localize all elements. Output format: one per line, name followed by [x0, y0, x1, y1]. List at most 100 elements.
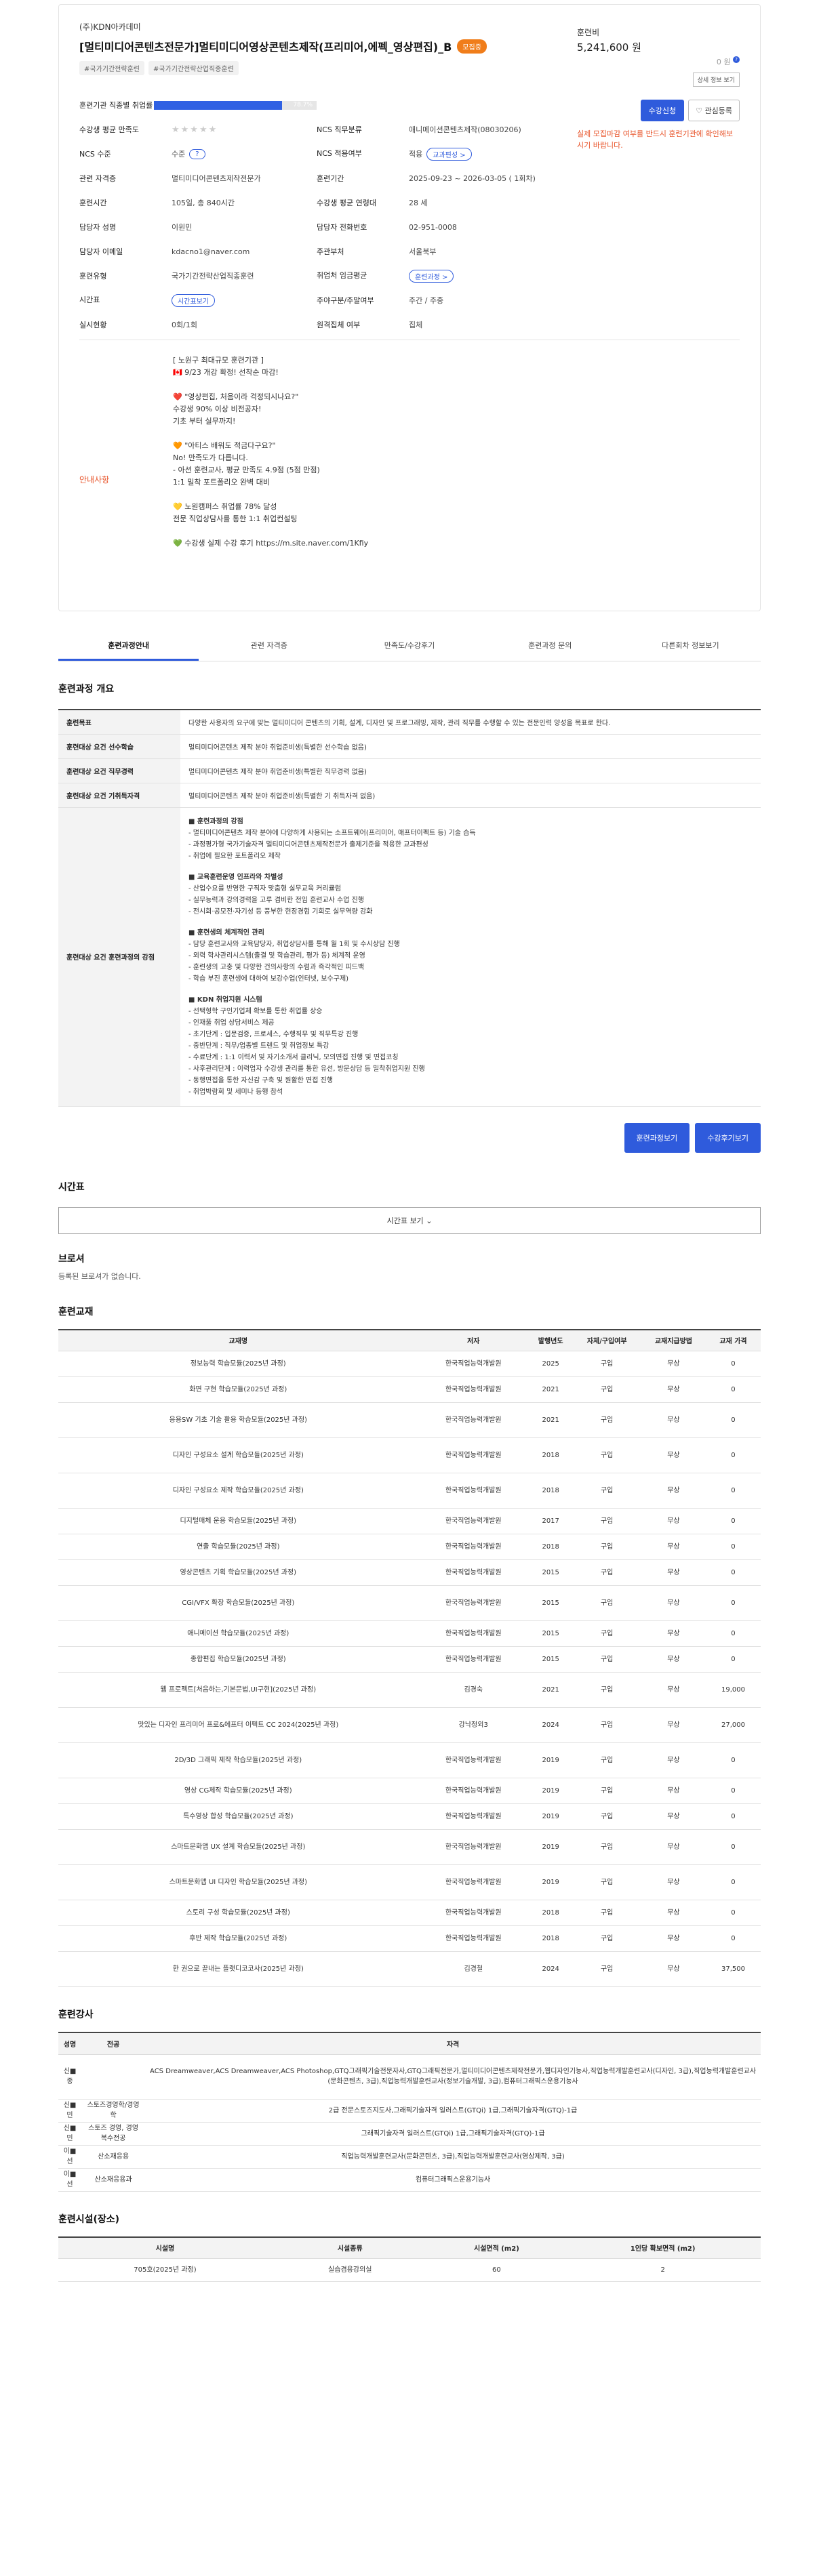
info-value: 02-951-0008: [409, 222, 457, 232]
info-value: 주간 / 주중: [409, 295, 443, 306]
textbook-row: 스마트문화앱 UI 디자인 학습모듈(2025년 과정) 한국직업능력개발원 201…: [58, 1864, 761, 1900]
textbook-cell: 2015: [528, 1646, 573, 1673]
textbook-cell: 무상: [641, 1473, 706, 1509]
tab-certificates[interactable]: 관련 자격증: [199, 632, 339, 661]
textbook-row: 2D/3D 그래픽 제작 학습모듈(2025년 과정) 한국직업능력개발원 2019…: [58, 1742, 761, 1778]
textbook-cell: 구입: [572, 1534, 641, 1560]
textbook-header: 교재명: [58, 1328, 418, 1351]
apply-button[interactable]: 수강신청: [640, 100, 685, 121]
textbook-cell: 정보능력 학습모듈(2025년 과정): [58, 1351, 418, 1377]
textbook-cell: 무상: [641, 1742, 706, 1778]
info-cell: 훈련기관 직종별 취업률 78.7%: [79, 100, 317, 110]
tab-course-info[interactable]: 훈련과정안내: [58, 632, 199, 661]
info-value-text: 105일, 총 840시간: [172, 199, 235, 207]
schedule-button[interactable]: 시간표 보기 ⌄: [58, 1206, 761, 1234]
textbook-cell: 한국직업능력개발원: [418, 1620, 529, 1647]
textbook-row: 정보능력 학습모듈(2025년 과정) 한국직업능력개발원 2025 구입 무상 0: [58, 1351, 761, 1377]
notice-line: 기초 부터 실무까지!: [173, 417, 236, 426]
textbook-cell: 한국직업능력개발원: [418, 1473, 529, 1509]
overview-value: 멀티미디어콘텐츠 제작 분야 취업준비생(특별한 기 취득자격 없음): [180, 782, 761, 808]
info-row: 담당자 성명 이원민 담당자 전화번호 02-951-0008: [79, 215, 554, 239]
instructor-cell: 산소재응용과: [81, 2168, 146, 2192]
facilities-table: 시설명 시설종류 시설면적 (m2) 1인당 확보면적 (m2) 705호(2025년 …: [58, 2236, 761, 2282]
overview-key: 훈련대상 요건 선수학습: [58, 733, 180, 759]
info-key: NCS 수준: [79, 150, 111, 159]
instructor-row: 신■민 스토즈경영학/경영학 2급 전문스토즈지도사,그래픽기술자격 일러스트(GT…: [58, 2099, 761, 2123]
textbook-cell: 2015: [528, 1620, 573, 1647]
info-grid: 훈련기관 직종별 취업률 78.7% 수강생 평균 만족도 ★★★★★ NCS 직무분류…: [79, 93, 554, 337]
instructors-table: 성명 전공 자격 신■종 ACS Dreamweaver,ACS Dreamweaver…: [58, 2032, 761, 2192]
review-button[interactable]: 수강후기보기: [695, 1122, 761, 1153]
strength-heading: ■ KDN 취업지원 시스템: [188, 996, 262, 1004]
tab-reviews[interactable]: 만족도/수강후기: [339, 632, 479, 661]
overview-row: 훈련대상 요건 기취득자격 멀티미디어콘텐츠 제작 분야 취업준비생(특별한 기 …: [58, 782, 761, 808]
info-pill-button[interactable]: 교과편성 >: [426, 147, 472, 161]
textbook-cell: 2018: [528, 1473, 573, 1509]
textbook-cell: 2021: [528, 1376, 573, 1403]
notice-label: 안내사항: [79, 475, 110, 485]
instructor-row: 이■선 산소재응용 직업능력개발훈련교사(문화콘텐츠, 3급),직업능력개발훈련교사…: [58, 2145, 761, 2169]
textbook-cell: 27,000: [705, 1707, 761, 1743]
textbook-cell: 무상: [641, 1672, 706, 1708]
textbook-cell: 구입: [572, 1620, 641, 1647]
textbook-cell: 한국직업능력개발원: [418, 1742, 529, 1778]
tab-other-rounds[interactable]: 다른회차 정보보기: [620, 632, 761, 661]
textbook-cell: 무상: [641, 1376, 706, 1403]
overview-row: 훈련대상 요건 직무경력 멀티미디어콘텐츠 제작 분야 취업준비생(특별한 직무경…: [58, 758, 761, 783]
textbook-cell: 한국직업능력개발원: [418, 1925, 529, 1952]
info-value: ★★★★★: [172, 124, 218, 135]
strength-item: - 인재풀 취업 상담서비스 제공: [188, 1019, 275, 1027]
strength-item: - 학습 부진 훈련생에 대하여 보강수업(인터넷, 보수구제): [188, 975, 349, 983]
textbook-cell: 무상: [641, 1951, 706, 1987]
curriculum-button[interactable]: 훈련과정보기: [624, 1122, 690, 1153]
info-cell: 취업처 임금평균 훈련과정 >: [317, 269, 554, 283]
textbook-cell: 2019: [528, 1864, 573, 1900]
textbook-cell: 영상 CG제작 학습모듈(2025년 과정): [58, 1778, 418, 1804]
strength-item: - 과정평가형 국가기술자격 멀티미디어콘텐츠제작전문가 출제기준을 적용한 교…: [188, 840, 428, 849]
textbook-cell: 스마트문화앱 UI 디자인 학습모듈(2025년 과정): [58, 1864, 418, 1900]
chevron-down-icon: ⌄: [426, 1216, 433, 1225]
info-key: 주관부처: [317, 247, 344, 256]
textbook-cell: 구입: [572, 1559, 641, 1586]
info-key: 관련 자격증: [79, 174, 117, 183]
info-pill-button[interactable]: ?: [189, 148, 205, 159]
strength-heading: ■ 교육훈련운영 인프라와 차별성: [188, 873, 283, 881]
facility-cell: 2: [565, 2258, 761, 2282]
info-cell: 실시현황 0회/1회: [79, 319, 317, 330]
textbook-cell: 구입: [572, 1646, 641, 1673]
textbooks-table: 교재명 저자 발행년도 자체/구입여부 교재지급방법 교재 가격 정보능력 학습모듈(202…: [58, 1328, 761, 1987]
notice-line: [ 노원구 최대규모 훈련기관 ]: [173, 356, 264, 365]
tag-national-strategy[interactable]: #국가기간전략훈련: [79, 61, 144, 75]
textbook-cell: CGI/VFX 확장 학습모듈(2025년 과정): [58, 1585, 418, 1621]
textbook-cell: 애니메이션 학습모듈(2025년 과정): [58, 1620, 418, 1647]
textbook-row: CGI/VFX 확장 학습모듈(2025년 과정) 한국직업능력개발원 2015 구입…: [58, 1585, 761, 1621]
info-pill-button[interactable]: 시간표보기: [172, 293, 215, 307]
textbook-cell: 구입: [572, 1437, 641, 1473]
textbook-cell: 한국직업능력개발원: [418, 1646, 529, 1673]
info-pill-button[interactable]: 훈련과정 >: [409, 269, 454, 283]
info-key: 훈련시간: [79, 199, 107, 207]
textbook-cell: 0: [705, 1900, 761, 1926]
textbook-row: 후반 제작 학습모듈(2025년 과정) 한국직업능력개발원 2018 구입 무상 0: [58, 1925, 761, 1952]
instructor-cell: 신■종: [58, 2054, 82, 2100]
textbook-cell: 응용SW 기초 기술 활용 학습모듈(2025년 과정): [58, 1402, 418, 1438]
info-value: 적용 교과편성 >: [409, 147, 472, 161]
tab-inquiry[interactable]: 훈련과정 문의: [480, 632, 620, 661]
textbook-cell: 한국직업능력개발원: [418, 1585, 529, 1621]
info-value-text: 주간 / 주중: [409, 296, 444, 305]
overview-key: 훈련대상 요건 훈련과정의 강점: [58, 806, 180, 1107]
strength-item: - 실무능력과 강의경력을 고루 겸비한 전임 훈련교사 수업 진행: [188, 896, 365, 904]
textbook-header: 교재 가격: [705, 1328, 761, 1351]
textbook-cell: 무상: [641, 1620, 706, 1647]
textbook-cell: 0: [705, 1508, 761, 1534]
textbook-cell: 2015: [528, 1559, 573, 1586]
tag-industry-training[interactable]: #국가기간전략산업직종훈련: [148, 61, 239, 75]
overview-title: 훈련과정 개요: [58, 684, 115, 695]
info-key: NCS 적용여부: [317, 148, 362, 158]
facility-header: 1인당 확보면적 (m2): [565, 2236, 761, 2259]
strength-item: - 담당 훈련교사와 교육담당자, 취업상담사를 통해 월 1회 및 수시상담 …: [188, 940, 400, 948]
detail-button[interactable]: 상세 정보 보기: [692, 73, 740, 87]
info-icon[interactable]: ?: [733, 56, 740, 63]
notice-body: [ 노원구 최대규모 훈련기관 ] 🇨🇦 9/23 개강 확정! 선착순 마감! ❤…: [173, 354, 368, 550]
wish-button[interactable]: ♡ 관심등록: [688, 100, 740, 121]
